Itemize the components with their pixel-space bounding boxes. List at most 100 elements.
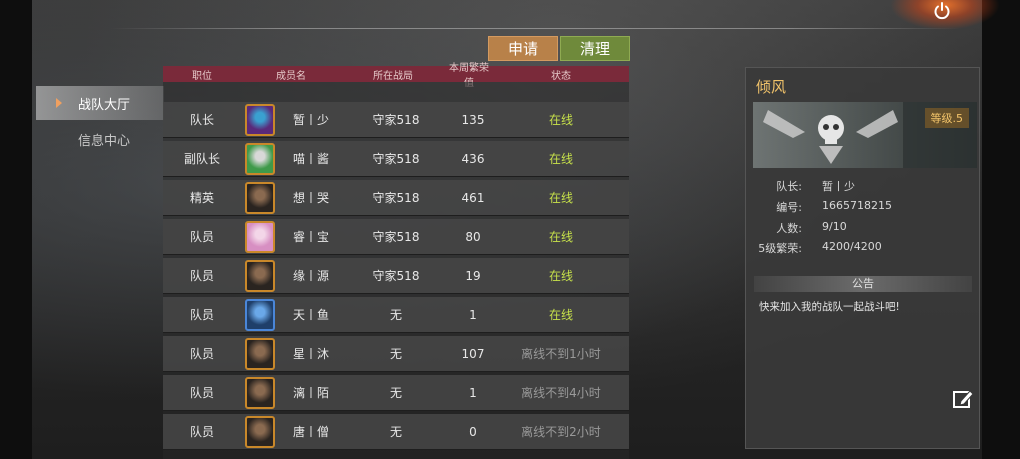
member-status: 在线 bbox=[548, 191, 573, 205]
member-prosperity: 1 bbox=[469, 307, 477, 322]
header-server: 所在战局 bbox=[373, 70, 413, 82]
member-position: 精英 bbox=[189, 191, 214, 205]
member-name: 漓丨陌 bbox=[292, 386, 329, 400]
avatar-cell[interactable] bbox=[241, 103, 279, 136]
member-status: 在线 bbox=[548, 152, 573, 166]
table-row[interactable]: 队员 缘丨源 守家518 19 在线 bbox=[163, 258, 629, 294]
avatar[interactable] bbox=[245, 103, 275, 136]
member-position: 队员 bbox=[189, 347, 214, 361]
member-name: 天丨鱼 bbox=[292, 308, 329, 322]
avatar[interactable] bbox=[245, 142, 275, 175]
avatar-cell[interactable] bbox=[241, 142, 279, 175]
avatar-cell[interactable] bbox=[241, 376, 279, 409]
menu-item-label: 信息中心 bbox=[78, 133, 131, 149]
id-value: 1665718215 bbox=[822, 199, 892, 212]
table-row[interactable]: 队员 星丨沐 无 107 离线不到1小时 bbox=[163, 336, 629, 372]
member-name: 睿丨宝 bbox=[292, 230, 329, 244]
member-status: 在线 bbox=[548, 308, 573, 322]
top-divider bbox=[110, 28, 960, 29]
notice-title: 公告 bbox=[754, 276, 972, 292]
member-position: 队员 bbox=[189, 386, 214, 400]
team-banner: 等级.5 bbox=[753, 102, 977, 168]
member-server: 无 bbox=[389, 308, 402, 322]
member-server: 守家518 bbox=[372, 230, 420, 244]
member-prosperity: 461 bbox=[461, 190, 485, 205]
member-position: 队员 bbox=[189, 425, 214, 439]
captain-value: 暂丨少 bbox=[822, 180, 855, 193]
prosperity-row: 5级繁荣: 4200/4200 bbox=[746, 240, 976, 255]
member-prosperity: 19 bbox=[465, 268, 481, 283]
table-row[interactable]: 队长 暂丨少 守家518 135 在线 bbox=[163, 102, 629, 138]
member-server: 守家518 bbox=[372, 152, 420, 166]
notice-text: 快来加入我的战队一起战斗吧! bbox=[759, 301, 900, 313]
member-server: 守家518 bbox=[372, 113, 420, 127]
header-member: 成员名 bbox=[276, 70, 306, 82]
avatar-cell[interactable] bbox=[241, 415, 279, 448]
member-position: 副队长 bbox=[183, 152, 220, 166]
member-status: 离线不到2小时 bbox=[521, 425, 601, 439]
avatar-cell[interactable] bbox=[241, 259, 279, 292]
edit-notice-button[interactable] bbox=[952, 388, 974, 410]
member-name: 喵丨酱 bbox=[292, 152, 329, 166]
member-prosperity: 80 bbox=[465, 229, 481, 244]
member-position: 队长 bbox=[189, 113, 214, 127]
member-server: 无 bbox=[389, 386, 402, 400]
member-name: 缘丨源 bbox=[292, 269, 329, 283]
arrow-right-icon bbox=[56, 98, 62, 108]
table-row[interactable]: 队员 天丨鱼 无 1 在线 bbox=[163, 297, 629, 333]
table-row[interactable]: 队员 睿丨宝 守家518 80 在线 bbox=[163, 219, 629, 255]
menu-item-label: 战队大厅 bbox=[78, 97, 131, 113]
id-row: 编号: 1665718215 bbox=[746, 199, 976, 214]
avatar[interactable] bbox=[245, 298, 275, 331]
member-server: 守家518 bbox=[372, 269, 420, 283]
member-status: 在线 bbox=[548, 269, 573, 283]
member-prosperity: 436 bbox=[461, 151, 485, 166]
count-value: 9/10 bbox=[822, 220, 847, 233]
power-button[interactable] bbox=[930, 0, 954, 22]
member-name: 想丨哭 bbox=[292, 191, 329, 205]
member-name: 暂丨少 bbox=[292, 113, 329, 127]
left-edge bbox=[0, 0, 32, 459]
id-label: 编号: bbox=[776, 201, 802, 214]
count-row: 人数: 9/10 bbox=[746, 220, 976, 235]
member-status: 离线不到1小时 bbox=[521, 347, 601, 361]
avatar[interactable] bbox=[245, 181, 275, 214]
avatar-cell[interactable] bbox=[241, 220, 279, 253]
menu-item-info-center[interactable]: 信息中心 bbox=[36, 122, 164, 156]
menu-item-team-hall[interactable]: 战队大厅 bbox=[36, 86, 164, 120]
team-info-panel: 倾风 等级.5 队长: 暂丨少 编号: 1665718215 人数: 9/10 … bbox=[745, 67, 980, 449]
avatar[interactable] bbox=[245, 259, 275, 292]
avatar-cell[interactable] bbox=[241, 181, 279, 214]
header-position: 职位 bbox=[192, 70, 212, 82]
member-prosperity: 135 bbox=[461, 112, 485, 127]
team-name: 倾风 bbox=[756, 78, 787, 96]
member-server: 守家518 bbox=[372, 191, 420, 205]
member-status: 离线不到4小时 bbox=[521, 386, 601, 400]
member-prosperity: 1 bbox=[469, 385, 477, 400]
avatar-cell[interactable] bbox=[241, 298, 279, 331]
avatar[interactable] bbox=[245, 415, 275, 448]
table-header: 职位 成员名 所在战局 本周繁荣值 状态 bbox=[163, 63, 629, 89]
apply-button[interactable]: 申请 bbox=[488, 36, 558, 61]
power-icon bbox=[934, 2, 950, 20]
member-status: 在线 bbox=[548, 113, 573, 127]
captain-label: 队长: bbox=[776, 180, 802, 193]
edit-icon bbox=[953, 390, 974, 408]
avatar[interactable] bbox=[245, 220, 275, 253]
member-position: 队员 bbox=[189, 269, 214, 283]
count-label: 人数: bbox=[776, 222, 802, 235]
avatar-cell[interactable] bbox=[241, 337, 279, 370]
member-name: 星丨沐 bbox=[292, 347, 329, 361]
prosperity-value: 4200/4200 bbox=[822, 240, 882, 253]
clean-button[interactable]: 清理 bbox=[560, 36, 630, 61]
member-prosperity: 107 bbox=[461, 346, 485, 361]
table-row[interactable]: 精英 想丨哭 守家518 461 在线 bbox=[163, 180, 629, 216]
table-row[interactable]: 副队长 喵丨酱 守家518 436 在线 bbox=[163, 141, 629, 177]
avatar[interactable] bbox=[245, 376, 275, 409]
table-row[interactable]: 队员 漓丨陌 无 1 离线不到4小时 bbox=[163, 375, 629, 411]
right-edge bbox=[982, 0, 1020, 459]
table-row[interactable]: 队员 唐丨僧 无 0 离线不到2小时 bbox=[163, 414, 629, 450]
member-server: 无 bbox=[389, 347, 402, 361]
avatar[interactable] bbox=[245, 337, 275, 370]
header-status: 状态 bbox=[551, 70, 571, 82]
